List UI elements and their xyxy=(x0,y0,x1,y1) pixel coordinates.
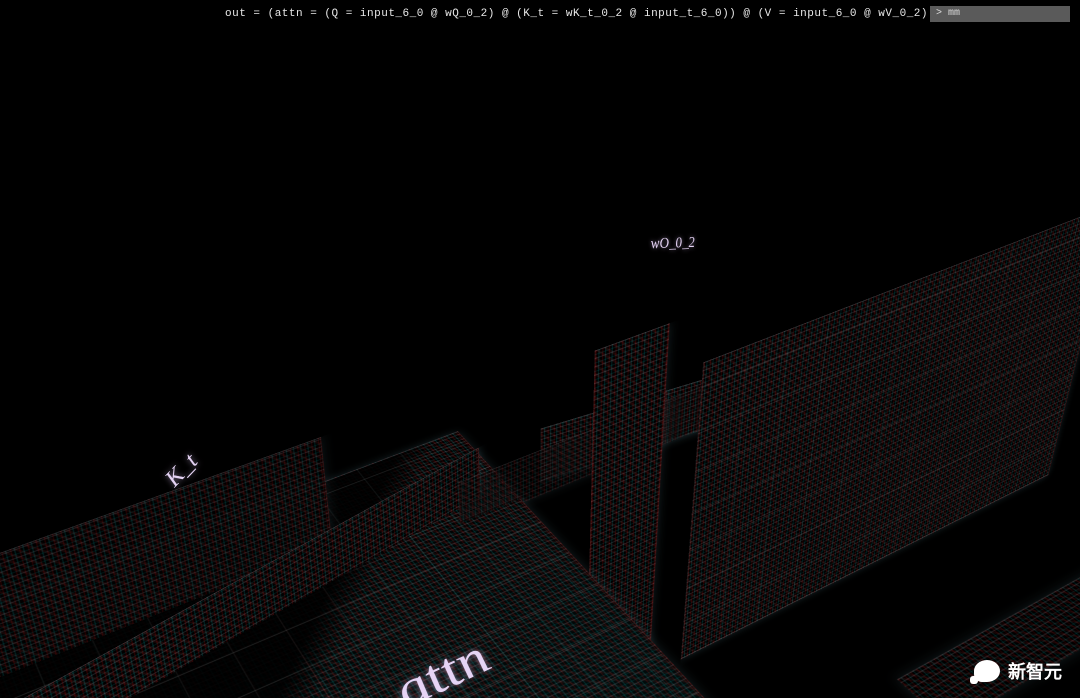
watermark: 新智元 xyxy=(974,658,1062,684)
3d-stage[interactable]: attn attn @ V out j = 768 K_t wO_0_2 V xyxy=(0,181,1080,698)
label-wo: wO_0_2 xyxy=(650,234,695,253)
matrix-attn-at-v xyxy=(586,323,670,698)
label-attn: attn xyxy=(381,631,502,698)
viewport[interactable]: out = (attn = (Q = input_6_0 @ wQ_0_2) @… xyxy=(0,0,1080,698)
formula-text: out = (attn = (Q = input_6_0 @ wQ_0_2) @… xyxy=(225,8,992,20)
wechat-icon xyxy=(974,660,1000,682)
matrix-out xyxy=(681,203,1080,660)
watermark-text: 新智元 xyxy=(1008,658,1062,684)
menu-dropdown[interactable]: > mm xyxy=(930,6,1070,22)
